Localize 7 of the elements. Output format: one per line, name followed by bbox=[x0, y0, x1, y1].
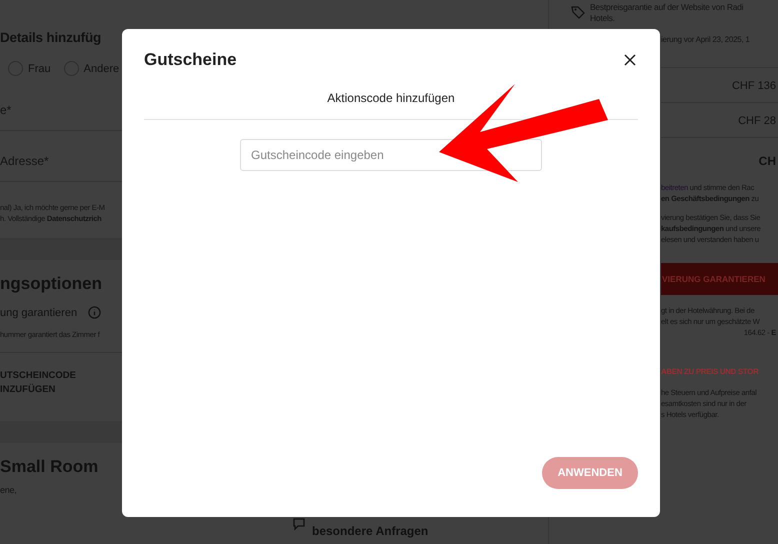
close-button[interactable] bbox=[622, 52, 638, 68]
chat-icon bbox=[292, 517, 306, 531]
info-icon[interactable] bbox=[88, 306, 102, 319]
dialog-title: Gutscheine bbox=[144, 50, 237, 70]
guarantee-button[interactable]: VIERUNG GARANTIEREN bbox=[661, 263, 778, 295]
price-tag-icon bbox=[571, 5, 585, 19]
dialog-tab[interactable]: Aktionscode hinzufügen bbox=[327, 91, 455, 120]
